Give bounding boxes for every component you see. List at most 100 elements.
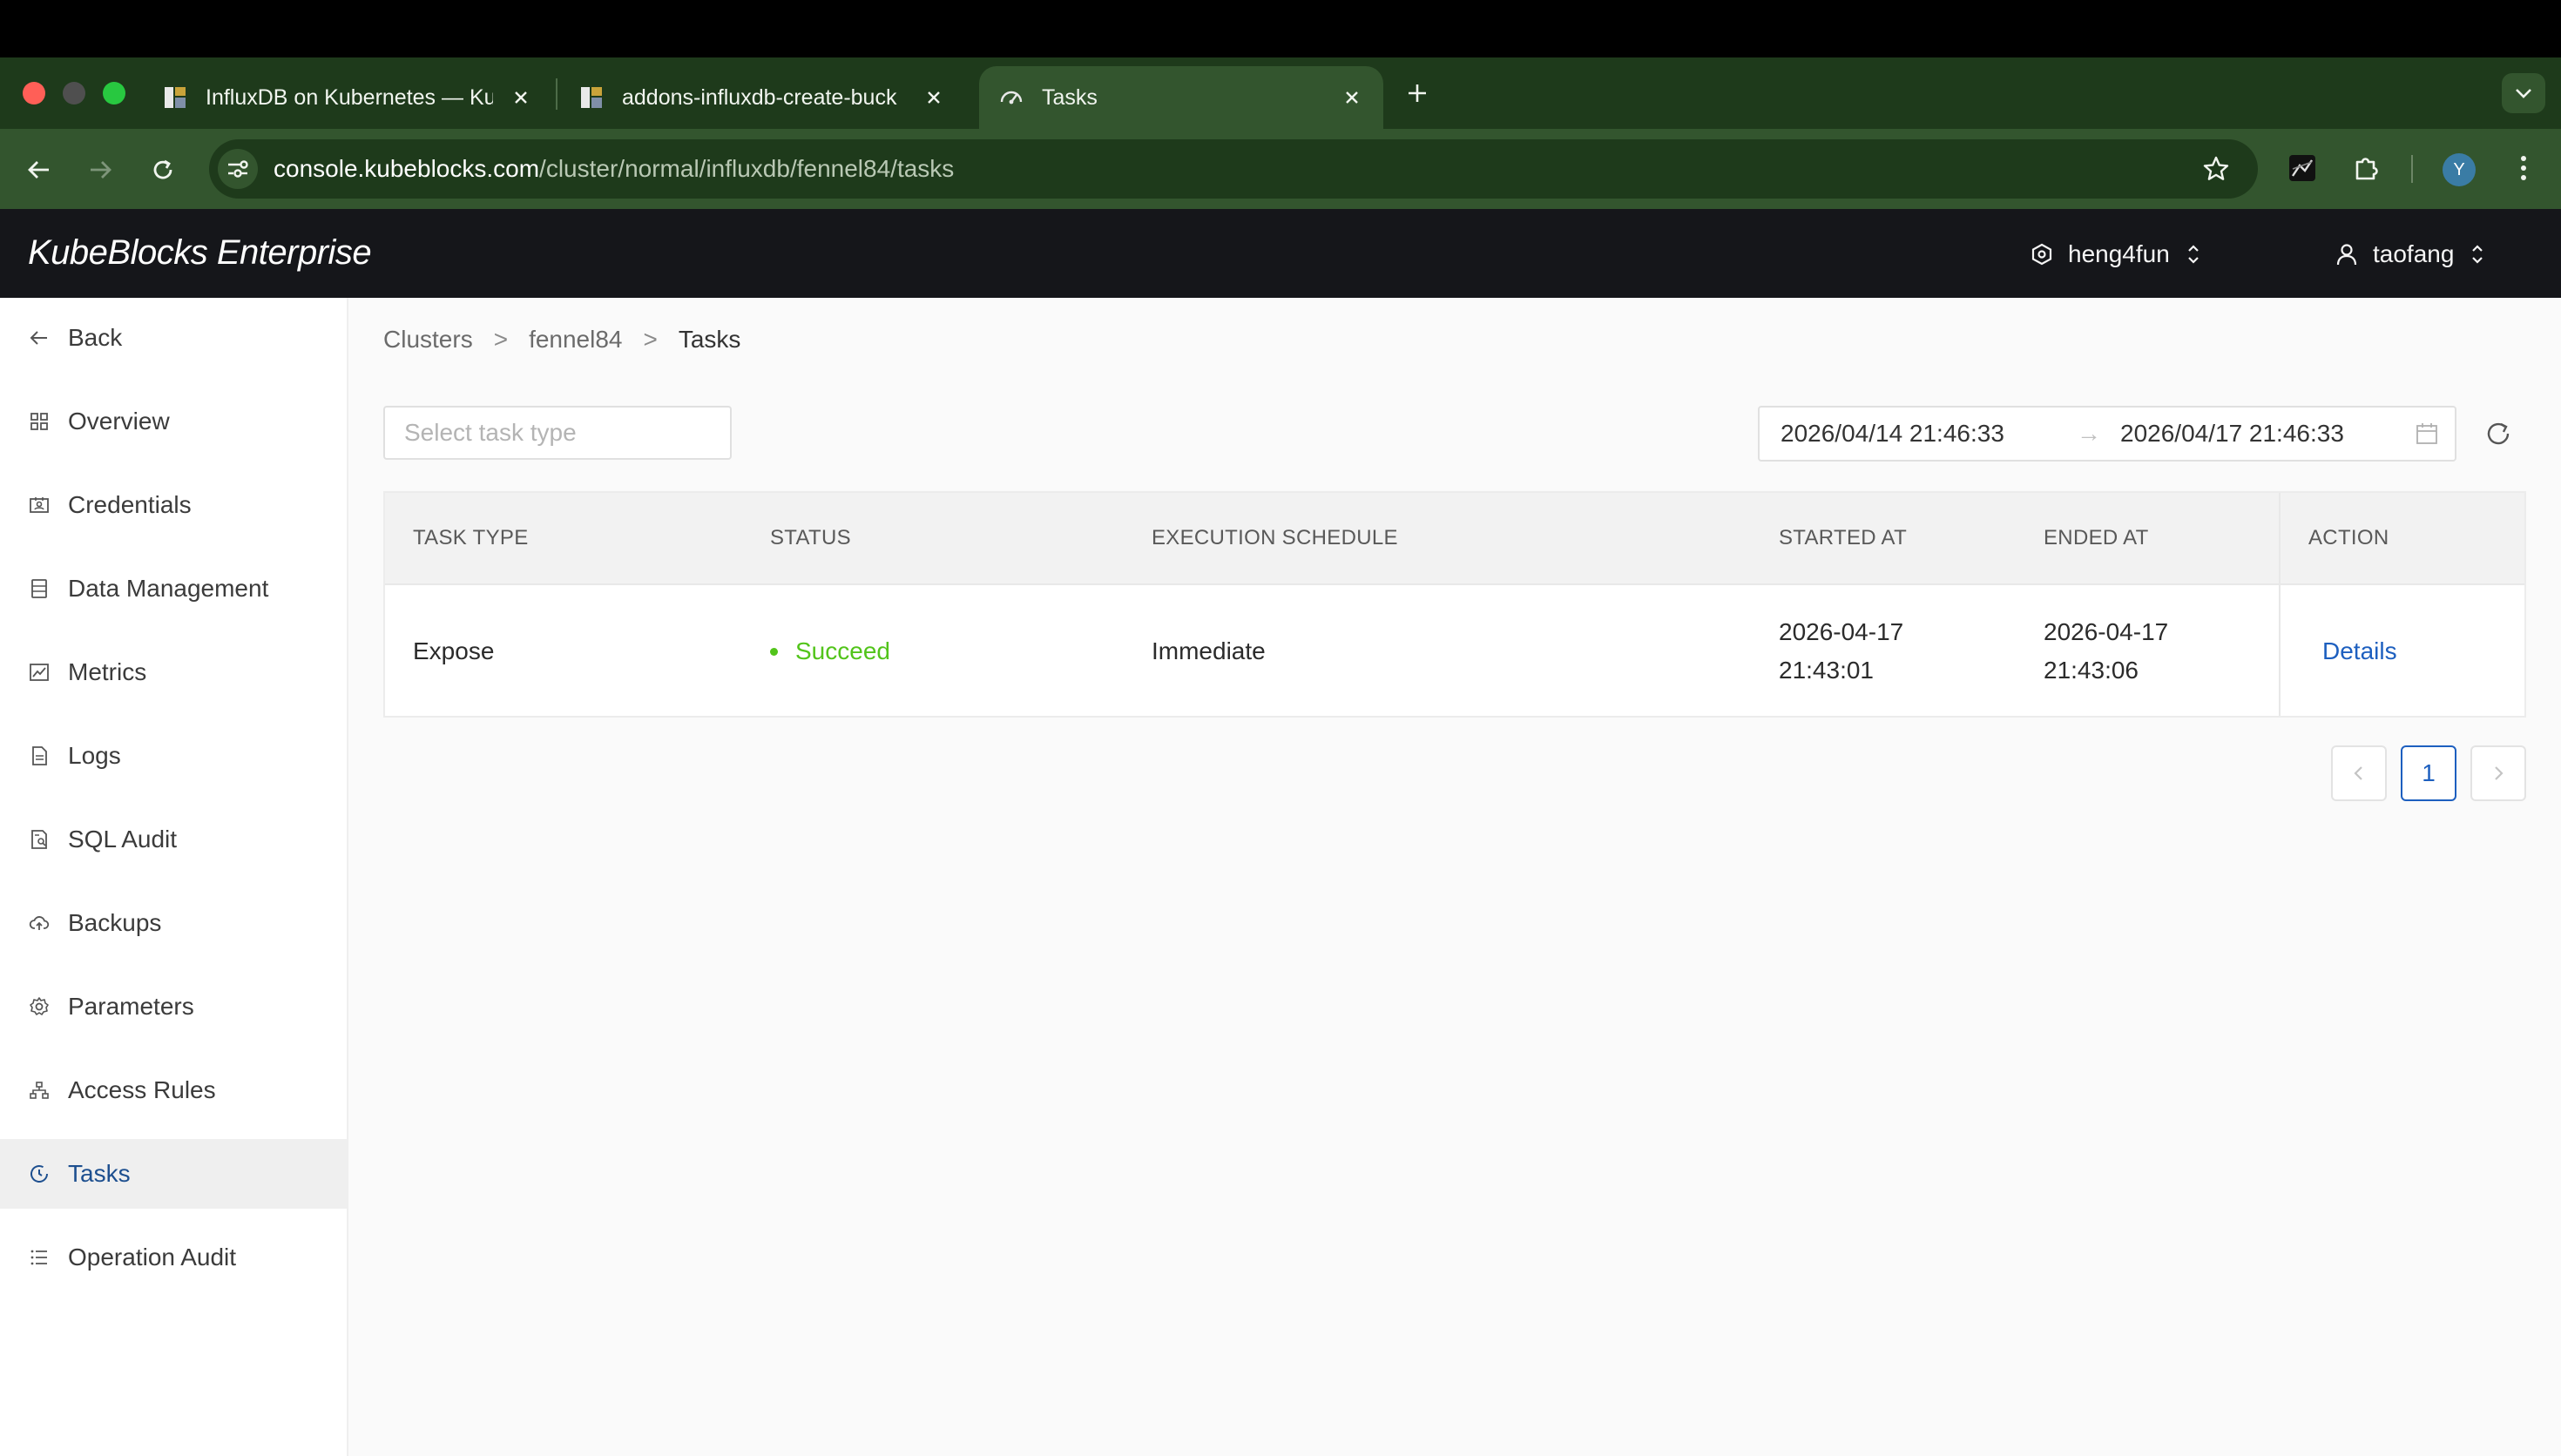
sidebar-item-data-management[interactable]: Data Management	[0, 554, 347, 624]
column-header-schedule: EXECUTION SCHEDULE	[1152, 526, 1398, 549]
list-icon	[28, 1246, 51, 1269]
sidebar-item-backups[interactable]: Backups	[0, 888, 347, 958]
reload-button[interactable]	[143, 150, 183, 190]
sidebar-item-tasks[interactable]: Tasks	[0, 1139, 347, 1209]
chevron-up-down-icon	[2188, 245, 2199, 264]
user-icon	[2336, 244, 2357, 266]
range-end-input[interactable]: 2026/04/17 21:46:33	[2120, 420, 2344, 448]
browser-menu-button[interactable]	[2504, 148, 2544, 188]
audit-icon	[28, 828, 51, 851]
status-text: Succeed	[795, 637, 890, 664]
sidebar-item-operation-audit[interactable]: Operation Audit	[0, 1223, 347, 1292]
task-type-select[interactable]	[383, 406, 732, 460]
file-icon	[28, 745, 51, 767]
breadcrumb-separator: >	[493, 326, 509, 353]
window-zoom-button[interactable]	[103, 82, 125, 104]
new-tab-button[interactable]	[1399, 75, 1436, 111]
tab-title: addons-influxdb-create-buck	[622, 84, 897, 110]
tasks-table: TASK TYPE STATUS EXECUTION SCHEDULE STAR…	[383, 491, 2526, 718]
chevron-left-icon	[2354, 766, 2362, 780]
task-type-input[interactable]	[385, 408, 730, 458]
reload-icon	[153, 159, 172, 179]
column-header-action: ACTION	[2308, 526, 2389, 549]
breadcrumb-cluster[interactable]: fennel84	[529, 326, 622, 354]
pagination-prev-button[interactable]	[2331, 745, 2387, 801]
toolbar-divider	[2411, 155, 2413, 183]
sidebar-item-overview[interactable]: Overview	[0, 387, 347, 456]
close-icon[interactable]	[1340, 85, 1364, 110]
chart-icon	[28, 661, 51, 684]
chevron-down-icon	[2516, 89, 2531, 98]
sidebar-item-label: Access Rules	[68, 1076, 216, 1103]
sidebar-item-credentials[interactable]: Credentials	[0, 470, 347, 540]
database-icon	[28, 577, 51, 600]
refresh-icon	[2487, 422, 2510, 445]
profile-avatar[interactable]: Y	[2443, 153, 2476, 186]
browser-tab-tasks[interactable]: Tasks	[979, 66, 1383, 129]
gear-icon	[28, 995, 51, 1018]
details-link[interactable]: Details	[2322, 632, 2397, 671]
sidebar-item-label: Data Management	[68, 575, 269, 602]
sidebar-item-label: Parameters	[68, 993, 194, 1020]
id-card-icon	[28, 494, 51, 516]
sidebar-item-sql-audit[interactable]: SQL Audit	[0, 805, 347, 874]
address-bar[interactable]: console.kubeblocks.com/cluster/normal/in…	[209, 139, 2258, 199]
cell-ended-date: 2026-04-17	[2044, 618, 2169, 645]
close-icon[interactable]	[922, 85, 946, 110]
bookmark-star-icon[interactable]	[2197, 150, 2235, 188]
sidebar-item-metrics[interactable]: Metrics	[0, 637, 347, 707]
browser-tab-addons[interactable]: addons-influxdb-create-buck	[559, 66, 965, 129]
sidebar-item-access-rules[interactable]: Access Rules	[0, 1055, 347, 1125]
pagination-next-button[interactable]	[2470, 745, 2526, 801]
breadcrumb-separator: >	[643, 326, 658, 353]
kubeblocks-favicon-icon	[162, 84, 188, 111]
sidebar-item-label: Operation Audit	[68, 1244, 237, 1271]
tab-divider	[556, 78, 557, 110]
column-divider	[2279, 493, 2281, 716]
cell-started-date: 2026-04-17	[1779, 618, 1904, 645]
user-menu[interactable]: taofang	[2335, 237, 2485, 272]
sidebar-item-logs[interactable]: Logs	[0, 721, 347, 791]
brand-logo[interactable]: KubeBlocks Enterprise	[28, 233, 372, 273]
status-dot-icon	[770, 647, 778, 656]
site-info-icon[interactable]	[218, 149, 258, 189]
extension-app-icon[interactable]	[2282, 148, 2322, 188]
sidebar: Back Overview Credentials Data Managemen…	[0, 298, 348, 1456]
refresh-button[interactable]	[2481, 416, 2516, 451]
window-close-button[interactable]	[23, 82, 45, 104]
arrow-left-icon	[28, 327, 51, 349]
network-icon	[28, 1079, 51, 1102]
cell-ended-time: 21:43:06	[2044, 657, 2139, 684]
url-host: console.kubeblocks.com	[274, 155, 540, 182]
cell-schedule: Immediate	[1152, 637, 1266, 664]
tab-title: InfluxDB on Kubernetes — Ku	[206, 84, 493, 110]
close-icon[interactable]	[509, 85, 533, 110]
calendar-icon	[2416, 423, 2437, 444]
sidebar-item-label: Overview	[68, 408, 170, 435]
org-icon	[2031, 243, 2052, 266]
extensions-puzzle-icon[interactable]	[2347, 148, 2387, 188]
column-header-task-type: TASK TYPE	[413, 526, 529, 549]
grid-icon	[28, 410, 51, 433]
sidebar-item-parameters[interactable]: Parameters	[0, 972, 347, 1041]
range-start-input[interactable]: 2026/04/14 21:46:33	[1781, 420, 2004, 448]
chevron-right-icon	[2495, 766, 2504, 780]
tab-search-button[interactable]	[2502, 73, 2545, 113]
sidebar-item-back[interactable]: Back	[0, 303, 347, 373]
browser-tab-influxdb[interactable]: InfluxDB on Kubernetes — Ku	[143, 66, 552, 129]
breadcrumb-clusters[interactable]: Clusters	[383, 326, 473, 354]
pagination-page-1[interactable]: 1	[2401, 745, 2456, 801]
breadcrumb: Clusters > fennel84 > Tasks	[383, 322, 740, 357]
org-switcher[interactable]: heng4fun	[2030, 237, 2201, 272]
more-vertical-icon	[2521, 156, 2526, 180]
sidebar-item-label: Back	[68, 324, 123, 351]
cell-task-type: Expose	[413, 637, 495, 664]
window-minimize-button[interactable]	[63, 82, 85, 104]
forward-button[interactable]	[80, 150, 120, 190]
date-range-picker[interactable]: 2026/04/14 21:46:33 → 2026/04/17 21:46:3…	[1758, 406, 2456, 462]
column-header-started-at: STARTED AT	[1779, 526, 1908, 549]
user-name: taofang	[2373, 240, 2455, 267]
back-button[interactable]	[19, 150, 59, 190]
sidebar-item-label: Tasks	[68, 1160, 131, 1187]
cell-started-time: 21:43:01	[1779, 657, 1874, 684]
